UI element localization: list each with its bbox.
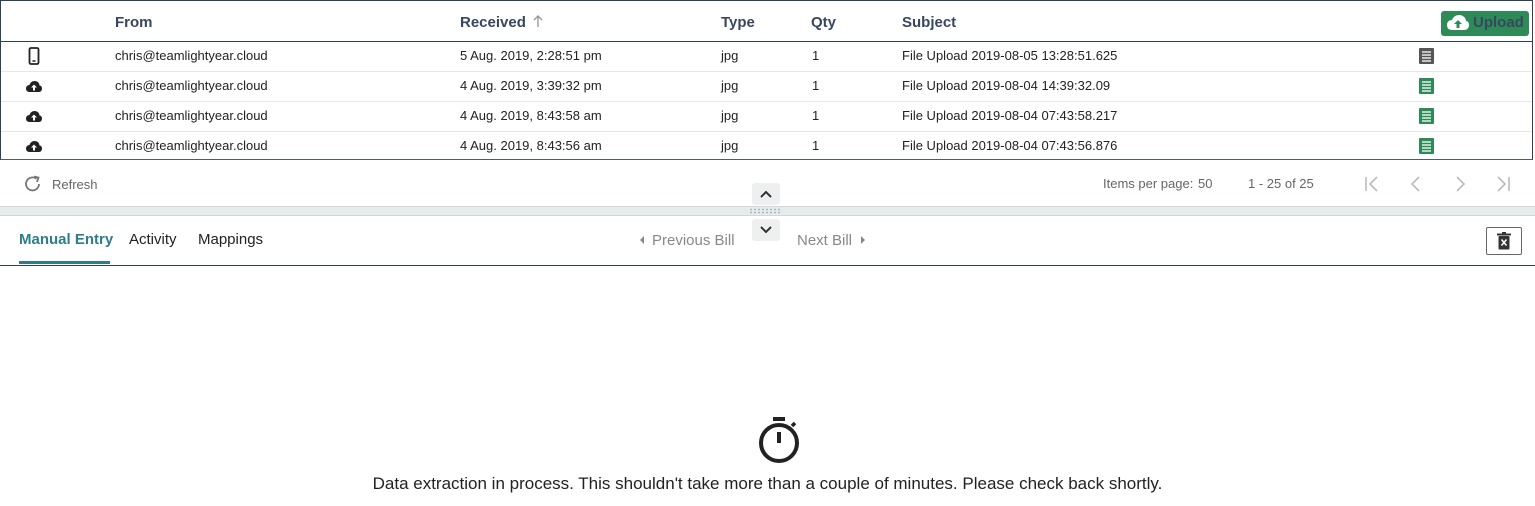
next-bill-label: Next Bill <box>797 232 853 249</box>
next-bill-button[interactable]: Next Bill <box>797 216 872 266</box>
cell-qty: 1 <box>812 138 820 153</box>
collapse-down-button[interactable] <box>752 219 780 241</box>
table-row[interactable]: chris@teamlightyear.cloud 4 Aug. 2019, 8… <box>1 101 1532 132</box>
cell-qty: 1 <box>812 78 820 93</box>
cloud-upload-icon <box>26 111 42 122</box>
cell-subject: File Upload 2019-08-04 07:43:58.217 <box>902 108 1118 123</box>
cell-type: jpg <box>721 108 739 123</box>
trash-icon <box>1497 232 1511 250</box>
cloud-upload-icon <box>26 81 42 92</box>
chevron-down-icon <box>760 226 772 234</box>
page-range: 1 - 25 of 25 <box>1248 176 1314 191</box>
table-row[interactable]: chris@teamlightyear.cloud 5 Aug. 2019, 2… <box>1 41 1532 72</box>
cell-received: 4 Aug. 2019, 3:39:32 pm <box>460 78 602 93</box>
caret-left-icon <box>640 236 644 244</box>
first-page-icon[interactable] <box>1363 175 1381 193</box>
next-page-icon[interactable] <box>1451 175 1469 193</box>
cell-type: jpg <box>721 138 739 153</box>
cell-qty: 1 <box>812 108 820 123</box>
table-row[interactable]: chris@teamlightyear.cloud 4 Aug. 2019, 8… <box>1 131 1532 161</box>
documents-table: From Received Type Qty Subject Upload ch… <box>0 0 1533 160</box>
column-from[interactable]: From <box>115 14 153 31</box>
cell-received: 5 Aug. 2019, 2:28:51 pm <box>460 48 602 63</box>
cloud-upload-icon <box>1447 15 1469 30</box>
cell-subject: File Upload 2019-08-04 07:43:56.876 <box>902 138 1118 153</box>
stopwatch-icon <box>759 417 799 463</box>
cell-type: jpg <box>721 48 739 63</box>
refresh-button[interactable]: Refresh <box>23 174 103 194</box>
drag-handle-icon <box>750 208 780 214</box>
cell-type: jpg <box>721 78 739 93</box>
refresh-label: Refresh <box>52 177 98 192</box>
document-icon[interactable] <box>1419 78 1434 94</box>
cell-received: 4 Aug. 2019, 8:43:58 am <box>460 108 602 123</box>
refresh-icon <box>25 175 40 192</box>
cell-received: 4 Aug. 2019, 8:43:56 am <box>460 138 602 153</box>
cell-from: chris@teamlightyear.cloud <box>115 78 268 93</box>
cell-subject: File Upload 2019-08-05 13:28:51.625 <box>902 48 1118 63</box>
column-qty[interactable]: Qty <box>811 14 836 31</box>
upload-label: Upload <box>1473 14 1524 31</box>
active-tab-indicator <box>19 261 110 264</box>
items-per-page-label: Items per page: <box>1103 176 1194 191</box>
mobile-phone-icon <box>28 47 40 65</box>
cell-subject: File Upload 2019-08-04 14:39:32.09 <box>902 78 1111 93</box>
previous-bill-button[interactable]: Previous Bill <box>638 216 738 266</box>
column-received[interactable]: Received <box>460 14 543 31</box>
document-icon[interactable] <box>1419 48 1434 64</box>
panel-splitter[interactable] <box>0 206 1535 216</box>
detail-tabs: Manual Entry Activity Mappings Previous … <box>0 216 1535 266</box>
expand-up-button[interactable] <box>752 183 780 205</box>
items-per-page-select[interactable]: 50 <box>1198 176 1212 191</box>
previous-bill-label: Previous Bill <box>652 232 735 249</box>
sort-ascending-icon <box>533 15 543 27</box>
cloud-upload-icon <box>26 141 42 152</box>
tab-mappings[interactable]: Mappings <box>198 231 263 248</box>
document-icon[interactable] <box>1419 108 1434 124</box>
upload-button[interactable]: Upload <box>1441 11 1529 36</box>
caret-right-icon <box>861 236 865 244</box>
delete-bill-button[interactable] <box>1486 227 1522 255</box>
cell-from: chris@teamlightyear.cloud <box>115 108 268 123</box>
extraction-status-message: Data extraction in process. This shouldn… <box>372 474 1163 493</box>
tab-activity[interactable]: Activity <box>129 231 177 248</box>
last-page-icon[interactable] <box>1494 175 1512 193</box>
table-header: From Received Type Qty Subject Upload <box>1 1 1532 42</box>
column-subject[interactable]: Subject <box>902 14 956 31</box>
column-type[interactable]: Type <box>721 14 755 31</box>
previous-page-icon[interactable] <box>1407 175 1425 193</box>
cell-qty: 1 <box>812 48 820 63</box>
document-icon[interactable] <box>1419 138 1434 154</box>
tab-manual-entry[interactable]: Manual Entry <box>19 231 113 248</box>
chevron-up-icon <box>760 190 772 198</box>
table-row[interactable]: chris@teamlightyear.cloud 4 Aug. 2019, 3… <box>1 71 1532 102</box>
column-received-label: Received <box>460 14 526 31</box>
cell-from: chris@teamlightyear.cloud <box>115 48 268 63</box>
cell-from: chris@teamlightyear.cloud <box>115 138 268 153</box>
